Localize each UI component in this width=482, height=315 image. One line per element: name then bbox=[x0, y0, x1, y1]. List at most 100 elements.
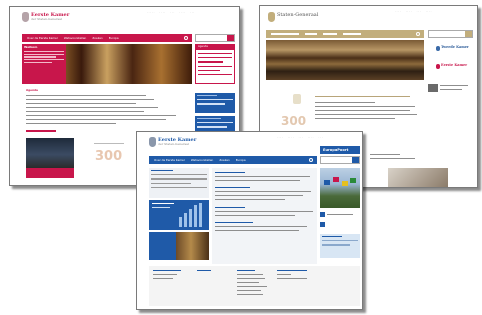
nav-item[interactable]: Zoeken bbox=[219, 158, 229, 162]
nav-item[interactable]: Wetsvoorstellen bbox=[191, 158, 213, 162]
logo-sub: der Staten-Generaal bbox=[158, 142, 189, 146]
text-line bbox=[215, 211, 313, 213]
text-line bbox=[277, 274, 291, 276]
text-line bbox=[277, 278, 307, 280]
anniversary-logo: 300 bbox=[281, 114, 307, 128]
text-line bbox=[237, 294, 263, 296]
text-line bbox=[26, 107, 158, 109]
text-line bbox=[315, 102, 375, 104]
text-line bbox=[370, 154, 400, 156]
search-input[interactable] bbox=[320, 156, 360, 164]
text-line bbox=[237, 282, 259, 284]
text-line bbox=[440, 89, 462, 91]
utility-nav[interactable]: · · · · · · · · · · · · · · · bbox=[395, 10, 431, 13]
text-line bbox=[315, 106, 415, 108]
flags-photo[interactable] bbox=[320, 168, 360, 208]
side-logos-box: Tweede Kamer Eerste Kamer bbox=[428, 40, 473, 80]
text-line bbox=[215, 191, 311, 193]
news-photo[interactable] bbox=[26, 138, 74, 168]
text-line bbox=[215, 215, 295, 217]
utility-nav[interactable]: · · · · · · · · · · · · · · · · · · bbox=[277, 136, 323, 139]
nav-item[interactable]: Europa bbox=[236, 158, 246, 162]
screenshot-europapoort: Eerste Kamer der Staten-Generaal · · · ·… bbox=[136, 131, 363, 310]
search-button[interactable] bbox=[227, 35, 234, 41]
side-box-blue[interactable] bbox=[195, 93, 235, 113]
photo-thumb[interactable] bbox=[388, 168, 448, 187]
search-icon[interactable] bbox=[416, 32, 420, 36]
tweede-kamer-crest-icon bbox=[436, 46, 440, 51]
text-line bbox=[153, 274, 177, 276]
intro-box bbox=[149, 168, 209, 198]
section-heading-2 bbox=[26, 130, 56, 132]
main-nav: Over de Eerste Kamer Wetsvoorstellen Zoe… bbox=[22, 34, 192, 42]
text-line bbox=[215, 187, 250, 189]
plenary-hall-image bbox=[266, 40, 424, 80]
hero-caption: Welkom bbox=[22, 44, 66, 84]
side-thumb[interactable] bbox=[428, 84, 438, 92]
staten-generaal-logo[interactable]: Staten-Generaal bbox=[268, 12, 318, 22]
text-line bbox=[215, 222, 253, 224]
text-line bbox=[215, 176, 310, 178]
text-line bbox=[315, 110, 410, 112]
news-photo-caption bbox=[26, 168, 74, 178]
nav-item[interactable]: Zoeken bbox=[92, 36, 102, 40]
text-line bbox=[237, 274, 263, 276]
text-line bbox=[237, 270, 255, 272]
text-line bbox=[327, 214, 353, 216]
parliament-photo[interactable] bbox=[149, 232, 209, 260]
nav-item[interactable]: Europa bbox=[109, 36, 119, 40]
search-button[interactable] bbox=[465, 31, 472, 37]
text-line bbox=[153, 270, 181, 272]
search-icon[interactable] bbox=[309, 158, 313, 162]
agenda-box: Agenda bbox=[195, 44, 235, 84]
nav-item[interactable]: Over de Eerste Kamer bbox=[27, 36, 58, 40]
text-line bbox=[215, 226, 307, 228]
europapoort-label: EuropaPoort bbox=[323, 147, 349, 152]
text-line bbox=[26, 115, 176, 117]
search-button[interactable] bbox=[352, 157, 359, 163]
eu-chart-image[interactable] bbox=[149, 200, 209, 230]
text-line bbox=[26, 111, 144, 113]
europapoort-badge[interactable]: EuropaPoort bbox=[320, 146, 360, 154]
search-input[interactable] bbox=[428, 30, 473, 38]
text-line bbox=[153, 278, 173, 280]
hero-title: Welkom bbox=[24, 45, 38, 49]
crest-icon bbox=[268, 12, 275, 22]
text-line bbox=[237, 278, 265, 280]
tweede-kamer-link[interactable]: Tweede Kamer bbox=[441, 45, 469, 49]
main-nav[interactable] bbox=[266, 30, 424, 38]
logo-sub: der Staten-Generaal bbox=[31, 17, 62, 21]
nav-item[interactable]: Wetsvoorstellen bbox=[64, 36, 86, 40]
main-nav: Over de Eerste Kamer Wetsvoorstellen Zoe… bbox=[149, 156, 317, 164]
text-line bbox=[370, 158, 415, 160]
search-input[interactable] bbox=[195, 34, 235, 42]
eerste-kamer-logo[interactable]: Eerste Kamer der Staten-Generaal bbox=[22, 12, 69, 22]
side-info-box bbox=[320, 234, 360, 258]
text-line bbox=[26, 103, 136, 105]
search-icon[interactable] bbox=[184, 36, 188, 40]
eerste-kamer-crest-icon bbox=[436, 64, 440, 69]
crest-icon bbox=[22, 12, 29, 22]
text-line bbox=[215, 207, 245, 209]
eerste-kamer-link[interactable]: Eerste Kamer bbox=[441, 63, 467, 67]
section-heading: Agenda bbox=[26, 88, 38, 92]
text-line bbox=[440, 85, 468, 87]
logo-name: Staten-Generaal bbox=[277, 12, 319, 18]
text-line bbox=[197, 270, 211, 272]
text-line bbox=[215, 180, 300, 182]
text-line bbox=[237, 286, 267, 288]
link-icon[interactable] bbox=[320, 222, 325, 227]
text-line bbox=[94, 143, 124, 145]
text-line bbox=[26, 123, 116, 125]
text-line bbox=[215, 172, 245, 174]
text-line bbox=[215, 195, 303, 197]
text-line bbox=[315, 118, 395, 120]
eerste-kamer-logo[interactable]: Eerste Kamer der Staten-Generaal bbox=[149, 137, 196, 147]
text-line bbox=[277, 270, 307, 272]
text-line bbox=[26, 119, 166, 121]
utility-nav[interactable]: · · · · · · · · · · · · · · · · · · · bbox=[147, 11, 194, 14]
crest-icon bbox=[149, 137, 156, 147]
text-line bbox=[315, 96, 410, 98]
nav-item[interactable]: Over de Eerste Kamer bbox=[154, 158, 185, 162]
link-icon[interactable] bbox=[320, 212, 325, 217]
